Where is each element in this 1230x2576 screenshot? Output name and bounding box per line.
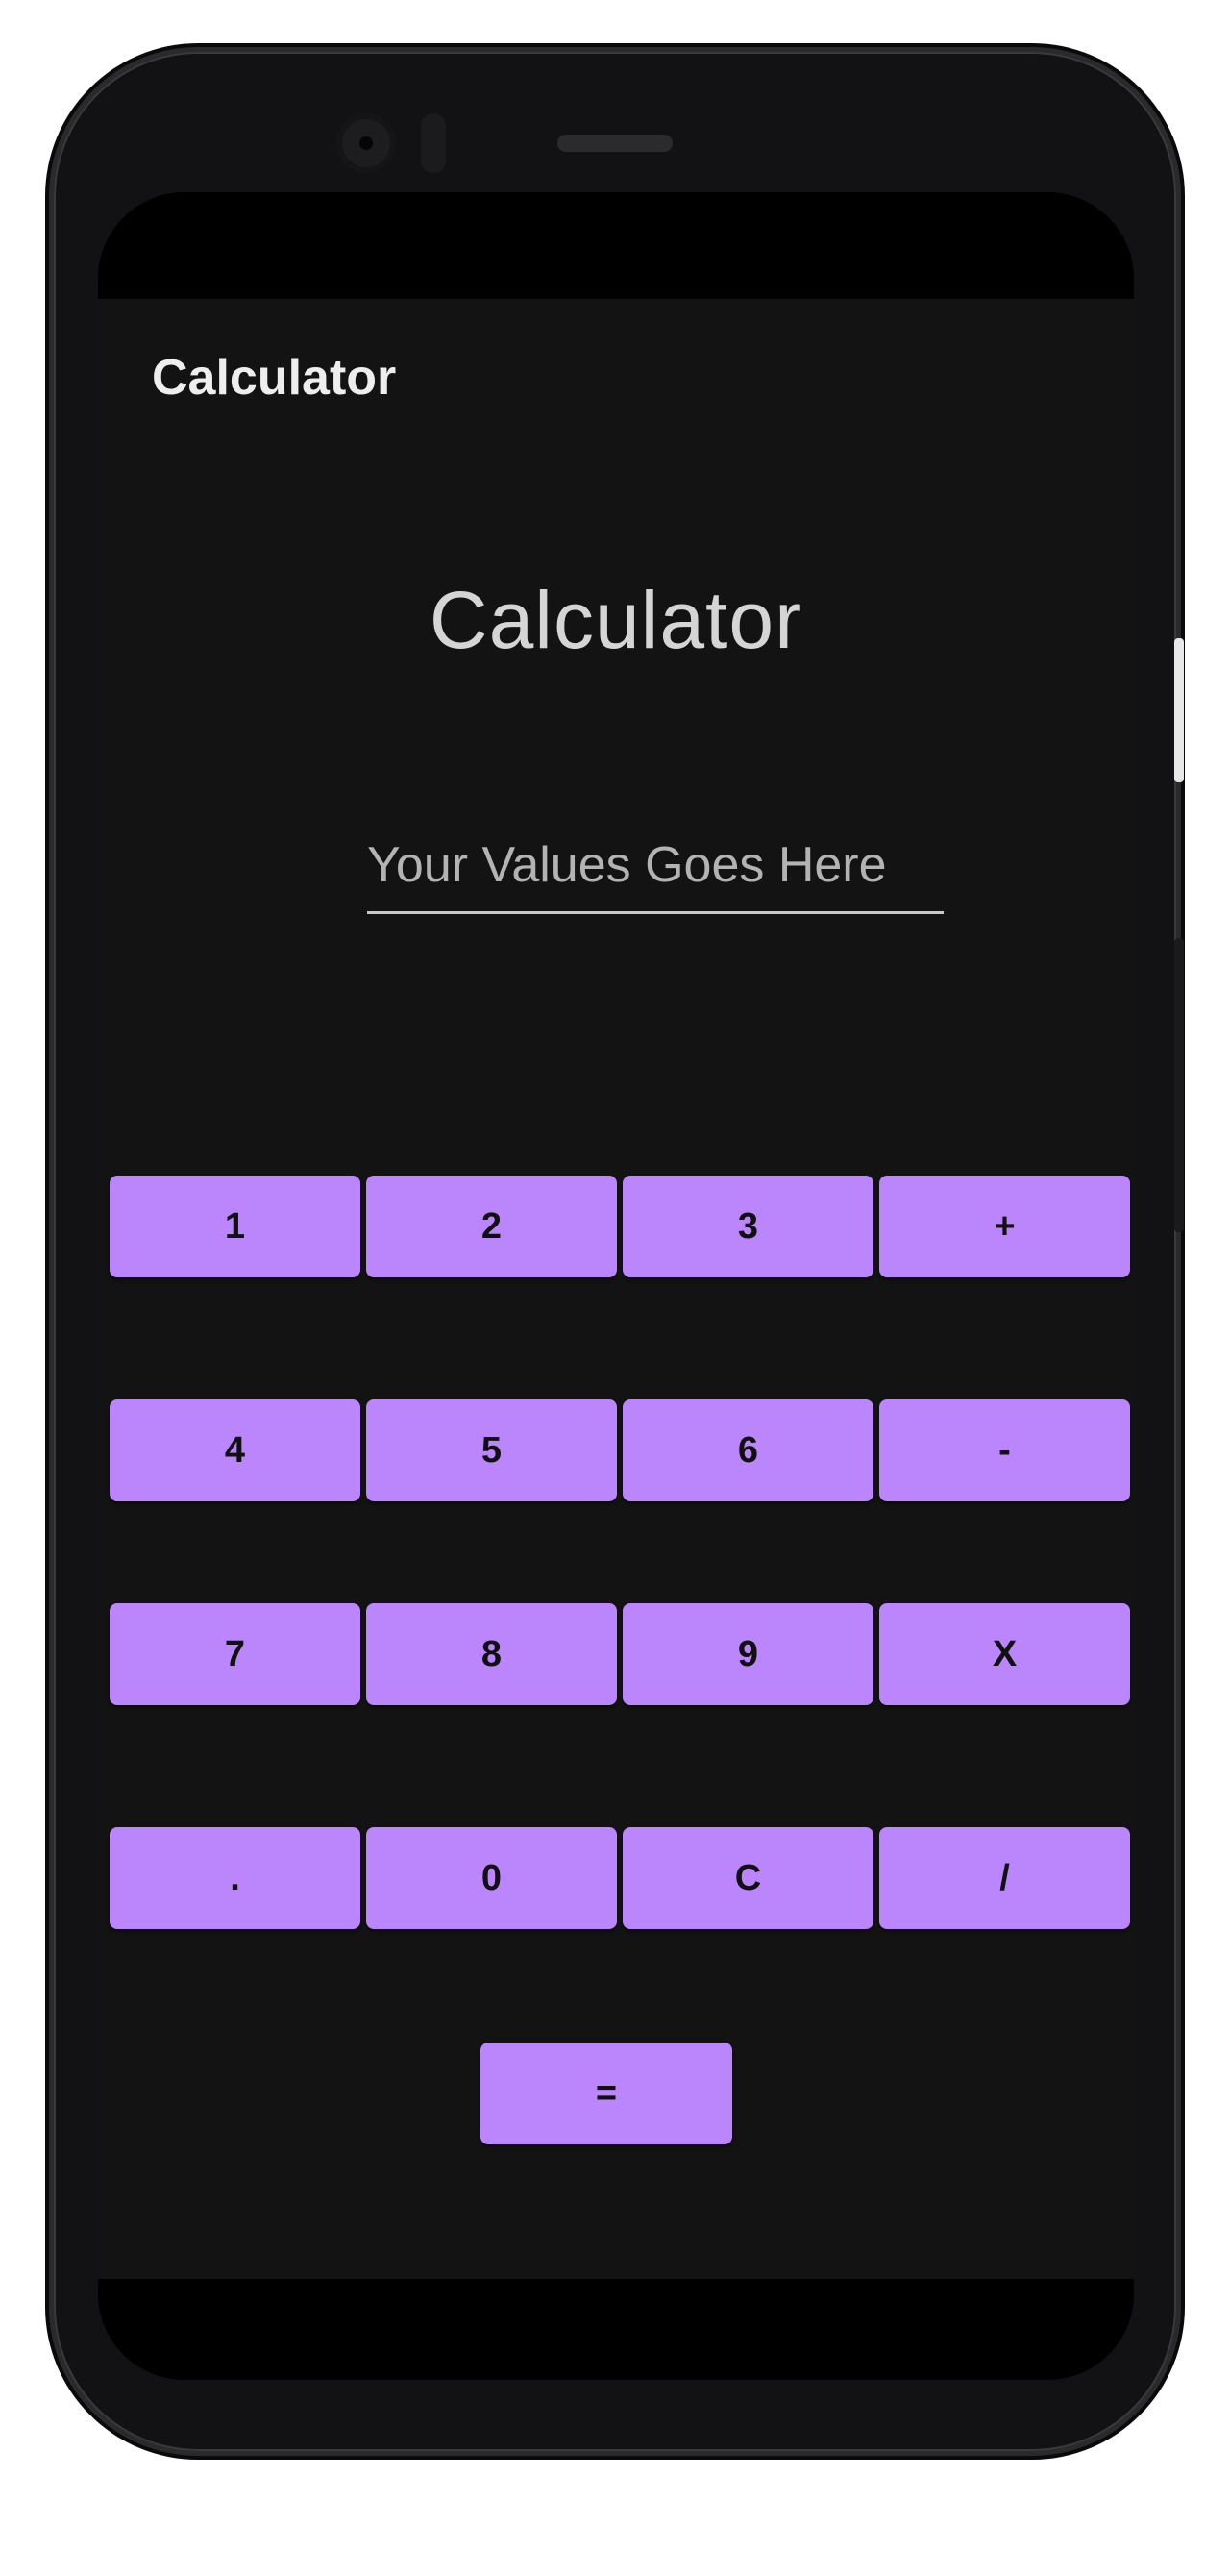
divide-button[interactable]: / [879, 1827, 1130, 1929]
keypad-row-4: . 0 C / [110, 1827, 1130, 1929]
values-input[interactable] [367, 818, 944, 914]
app-content: Calculator Calculator 1 2 3 + 4 5 6 - 7 … [98, 299, 1134, 2279]
add-button[interactable]: + [879, 1176, 1130, 1277]
equals-button[interactable]: = [480, 2043, 732, 2144]
key-2-button[interactable]: 2 [366, 1176, 617, 1277]
key-8-button[interactable]: 8 [366, 1603, 617, 1705]
keypad-row-3: 7 8 9 X [110, 1603, 1130, 1705]
volume-button [1174, 638, 1184, 782]
decimal-button[interactable]: . [110, 1827, 360, 1929]
key-4-button[interactable]: 4 [110, 1399, 360, 1501]
key-9-button[interactable]: 9 [623, 1603, 873, 1705]
key-1-button[interactable]: 1 [110, 1176, 360, 1277]
key-3-button[interactable]: 3 [623, 1176, 873, 1277]
key-7-button[interactable]: 7 [110, 1603, 360, 1705]
key-0-button[interactable]: 0 [366, 1827, 617, 1929]
key-5-button[interactable]: 5 [366, 1399, 617, 1501]
earpiece-speaker [557, 135, 673, 152]
status-bar [98, 192, 1134, 299]
toolbar-title: Calculator [152, 350, 397, 406]
front-camera [336, 113, 396, 173]
navigation-bar [98, 2279, 1134, 2380]
subtract-button[interactable]: - [879, 1399, 1130, 1501]
power-button [1174, 938, 1184, 1232]
clear-button[interactable]: C [623, 1827, 873, 1929]
proximity-sensor [421, 113, 446, 173]
screen: Calculator Calculator 1 2 3 + 4 5 6 - 7 … [98, 192, 1134, 2380]
keypad-row-2: 4 5 6 - [110, 1399, 1130, 1501]
key-6-button[interactable]: 6 [623, 1399, 873, 1501]
multiply-button[interactable]: X [879, 1603, 1130, 1705]
keypad-row-1: 1 2 3 + [110, 1176, 1130, 1277]
page-title: Calculator [429, 575, 803, 665]
